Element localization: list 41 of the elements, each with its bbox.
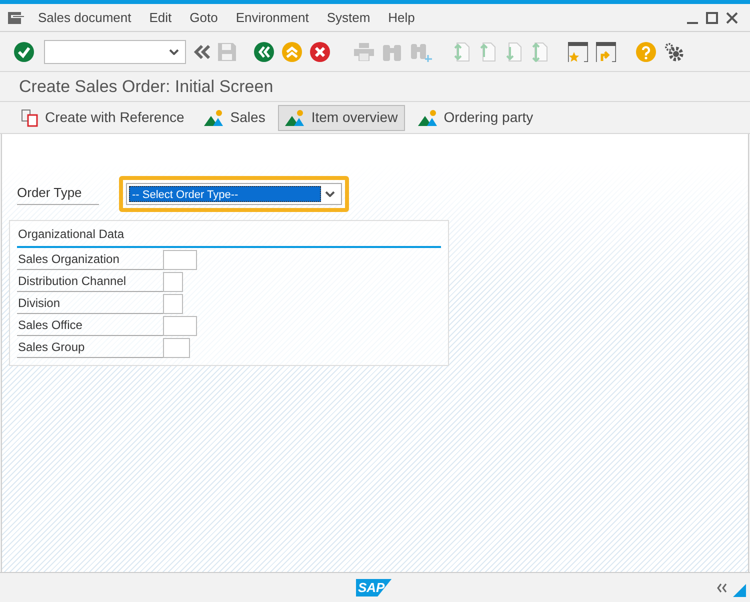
menu-item[interactable]: Edit xyxy=(149,8,172,28)
double-chevron-icon[interactable] xyxy=(717,582,727,592)
dropdown-icon[interactable] xyxy=(325,191,335,197)
document-copy-icon xyxy=(21,108,39,126)
menu-item[interactable]: Sales document xyxy=(38,8,132,28)
sap-logo: SAP xyxy=(356,578,392,596)
order-type-dropdown[interactable]: -- Select Order Type-- xyxy=(126,183,342,205)
field-label: Order Type xyxy=(17,183,99,205)
window-arrow-icon[interactable] xyxy=(596,42,616,62)
help-icon[interactable] xyxy=(636,42,656,62)
input-field[interactable] xyxy=(163,272,183,292)
group-title: Organizational Data xyxy=(18,227,124,241)
input-field[interactable] xyxy=(163,294,183,314)
toolbar-button[interactable]: Item overview xyxy=(278,104,405,130)
menu-item[interactable]: Help xyxy=(388,8,415,28)
back-icon[interactable] xyxy=(254,42,274,62)
cancel-icon[interactable] xyxy=(310,42,330,62)
maximize-icon[interactable] xyxy=(706,12,718,24)
mountain-icon xyxy=(204,110,224,126)
screen-title: Create Sales Order: Initial Screen xyxy=(19,76,274,98)
menu-icon[interactable] xyxy=(8,12,24,24)
settings-icon[interactable] xyxy=(664,42,684,62)
mountain-icon xyxy=(418,110,438,126)
menu-item[interactable]: Goto xyxy=(190,8,218,28)
close-icon[interactable] xyxy=(726,12,738,24)
corner-grip-icon[interactable] xyxy=(733,584,746,597)
double-chevron-icon[interactable] xyxy=(194,44,210,60)
menu-item[interactable]: System xyxy=(326,8,370,28)
input-field[interactable] xyxy=(163,338,190,358)
mountain-icon xyxy=(285,110,306,126)
menu-item[interactable]: Environment xyxy=(236,8,309,28)
input-field[interactable] xyxy=(163,316,197,336)
checkmark-icon[interactable] xyxy=(14,42,34,62)
toolbar-button[interactable]: Ordering party xyxy=(410,104,540,130)
toolbar-button[interactable]: Sales xyxy=(197,104,272,130)
dropdown-icon[interactable] xyxy=(169,48,179,54)
command-field[interactable] xyxy=(44,40,186,64)
up-chevron-icon[interactable] xyxy=(282,42,302,62)
toolbar-button[interactable]: Create with Reference xyxy=(14,104,192,130)
input-field[interactable] xyxy=(163,250,197,270)
window-star-icon[interactable] xyxy=(568,42,588,62)
